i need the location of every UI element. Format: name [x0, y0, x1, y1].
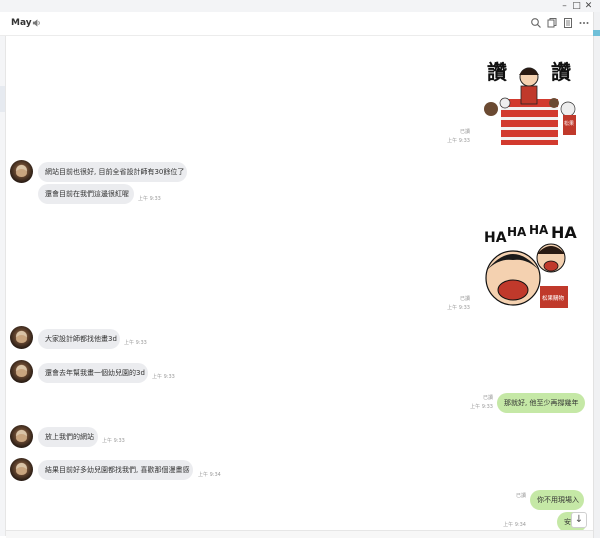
sticker-word: HA: [484, 230, 507, 246]
message-bubble: 你不用現場入: [530, 490, 584, 510]
message-time: 上午 9:33: [102, 438, 125, 444]
sticker-sign: 松果: [564, 120, 574, 127]
left-panel-edge: [0, 36, 6, 536]
avatar[interactable]: [10, 160, 33, 183]
sticker-word: 讚: [551, 60, 571, 84]
message-time: 上午 9:33: [447, 305, 470, 311]
avatar[interactable]: [10, 360, 33, 383]
chat-title: May: [11, 18, 32, 28]
more-icon[interactable]: [578, 17, 590, 29]
message-time: 上午 9:33: [152, 374, 175, 380]
message-time: 上午 9:34: [198, 472, 221, 478]
chat-window: – □ ✕ May 讚 讚 松果 已讀 上午 9:33 網站目前也很好, 目前全…: [0, 0, 600, 538]
sticker-word: HA: [529, 223, 549, 237]
read-status: 已讀: [459, 296, 470, 302]
close-button[interactable]: ✕: [583, 0, 594, 12]
message-bubble: 那就好, 他至少再撐幾年: [497, 393, 585, 413]
maximize-button[interactable]: □: [571, 0, 582, 12]
note-icon[interactable]: [562, 17, 574, 29]
read-status: 已讀: [515, 493, 526, 499]
haha-sticker[interactable]: HA HA HA HA 松果購物: [481, 220, 578, 311]
scrollbar-track[interactable]: [593, 12, 600, 538]
message-time: 上午 9:33: [470, 404, 493, 410]
message-time: 上午 9:33: [138, 196, 161, 202]
read-status: 已讀: [482, 395, 493, 401]
message-bubble: 還會目前在我們這邊很紅喔: [38, 184, 134, 204]
message-bubble: 大家設計師都找他畫3d: [38, 329, 120, 349]
praise-sticker[interactable]: 讚 讚 松果: [481, 49, 578, 145]
avatar[interactable]: [10, 458, 33, 481]
sticker-word: 讚: [487, 60, 507, 84]
scrollbar-thumb[interactable]: [593, 30, 600, 36]
chat-header: May: [0, 12, 593, 36]
sticker-sign: 松果購物: [542, 294, 565, 302]
sticker-word: HA: [551, 223, 577, 242]
avatar[interactable]: [10, 425, 33, 448]
message-time: 上午 9:34: [503, 522, 526, 528]
avatar[interactable]: [10, 326, 33, 349]
left-panel-marker: [0, 86, 5, 112]
search-icon[interactable]: [530, 17, 542, 29]
sticker-word: HA: [507, 225, 527, 239]
message-time: 上午 9:33: [124, 340, 147, 346]
message-bubble: 放上我們的網站: [38, 427, 98, 447]
minimize-button[interactable]: –: [559, 0, 570, 12]
copy-icon[interactable]: [546, 17, 558, 29]
message-time: 上午 9:33: [447, 138, 470, 144]
message-bubble: 網站目前也很好, 目前全省設計師有30餘位了: [38, 162, 187, 182]
speaker-icon[interactable]: [32, 18, 41, 28]
scroll-down-button[interactable]: ↓: [571, 512, 587, 528]
read-status: 已讀: [459, 129, 470, 135]
window-titlebar: – □ ✕: [0, 0, 600, 12]
input-area[interactable]: [6, 530, 593, 538]
message-bubble: 還會去年幫我畫一個幼兒園的3d: [38, 363, 148, 383]
message-bubble: 結果目前好多幼兒園都找我們, 喜歡那個漫畫感: [38, 460, 193, 480]
